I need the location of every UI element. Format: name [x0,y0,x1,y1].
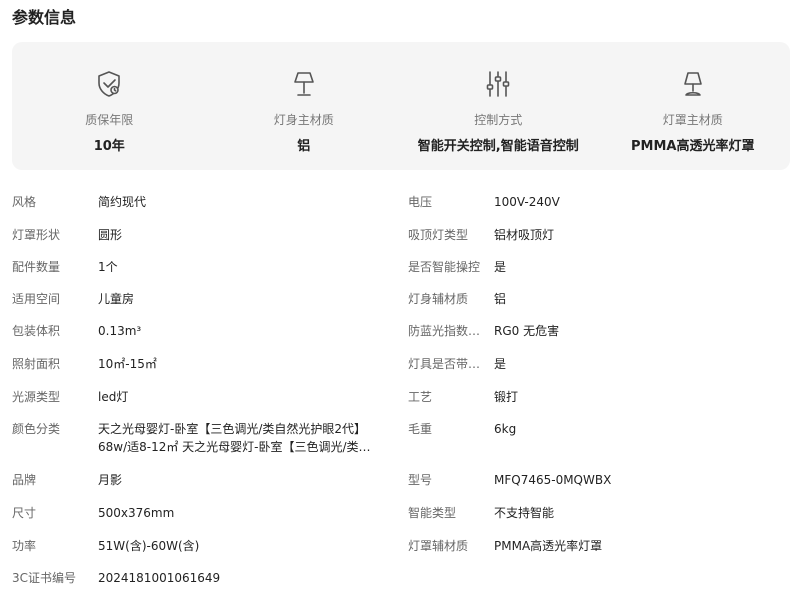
param-label: 灯身辅材质 [408,292,469,306]
highlight-label: 控制方式 [474,113,523,127]
param-label: 颜色分类 [12,422,61,436]
highlight-panel: 质保年限 10年 灯身主材质 铝 控制方式 智能开关控制,智能语音控制 灯罩主材… [12,42,790,170]
param-value: 100V-240V [494,195,560,209]
highlight-shade-material: 灯罩主材质 PMMA高透光率灯罩 [596,42,791,170]
param-label: 功率 [12,539,37,553]
param-value: led灯 [98,390,129,404]
param-value: 6kg [494,422,517,436]
param-value: 0.13m³ [98,324,142,338]
lamp-icon [288,68,320,100]
shield-check-icon [93,68,125,100]
param-value: 儿童房 [98,292,135,306]
highlight-label: 灯罩主材质 [662,113,723,127]
param-label: 灯具是否带… [408,357,481,371]
param-label: 吸顶灯类型 [408,228,469,242]
param-label: 包装体积 [12,324,61,338]
param-value: 简约现代 [98,195,147,209]
highlight-value: 铝 [297,139,311,154]
param-value: 500x376mm [98,506,175,520]
param-label: 品牌 [12,473,37,487]
param-value: 是 [494,260,507,274]
param-label: 毛重 [408,422,433,436]
highlight-value: 智能开关控制,智能语音控制 [417,139,579,154]
param-label: 工艺 [408,390,433,404]
highlight-warranty: 质保年限 10年 [12,42,207,170]
highlight-value: PMMA高透光率灯罩 [631,139,755,154]
param-label: 电压 [408,195,433,209]
param-value: 铝材吸顶灯 [494,228,555,242]
param-value: 圆形 [98,228,123,242]
highlight-body-material: 灯身主材质 铝 [207,42,402,170]
param-value: 1个 [98,260,118,274]
highlight-control: 控制方式 智能开关控制,智能语音控制 [401,42,596,170]
param-value: 是 [494,357,507,371]
param-value: MFQ7465-0MQWBX [494,473,612,487]
param-value: 天之光母婴灯-卧室【三色调光/类自然光护眼2代】68w/适8-12㎡ 天之光母婴… [98,422,371,454]
param-label: 灯罩辅材质 [408,539,469,553]
highlight-label: 质保年限 [85,113,134,127]
highlight-value: 10年 [93,139,125,154]
param-label: 尺寸 [12,506,37,520]
param-value: 2024181001061649 [98,571,221,585]
param-value: 锻打 [494,390,519,404]
param-value: RG0 无危害 [494,324,560,338]
param-label: 是否智能操控 [408,260,481,274]
lamp-shade-icon [677,68,709,100]
param-label: 光源类型 [12,390,61,404]
param-value: PMMA高透光率灯罩 [494,539,603,553]
param-label: 型号 [408,473,433,487]
param-label: 防蓝光指数… [408,324,481,338]
param-value: 51W(含)-60W(含) [98,539,200,553]
param-value: 10㎡-15㎡ [98,357,157,371]
page-title: 参数信息 [12,8,77,27]
param-value: 月影 [98,473,123,487]
highlight-label: 灯身主材质 [273,113,334,127]
param-label: 智能类型 [408,506,457,520]
param-label: 3C证书编号 [12,571,77,585]
param-label: 灯罩形状 [12,228,61,242]
param-label: 配件数量 [12,260,61,274]
param-value: 铝 [494,292,507,306]
param-label: 照射面积 [12,357,61,371]
param-label: 风格 [12,195,37,209]
param-label: 适用空间 [12,292,61,306]
sliders-icon [482,68,514,100]
param-value: 不支持智能 [494,506,555,520]
